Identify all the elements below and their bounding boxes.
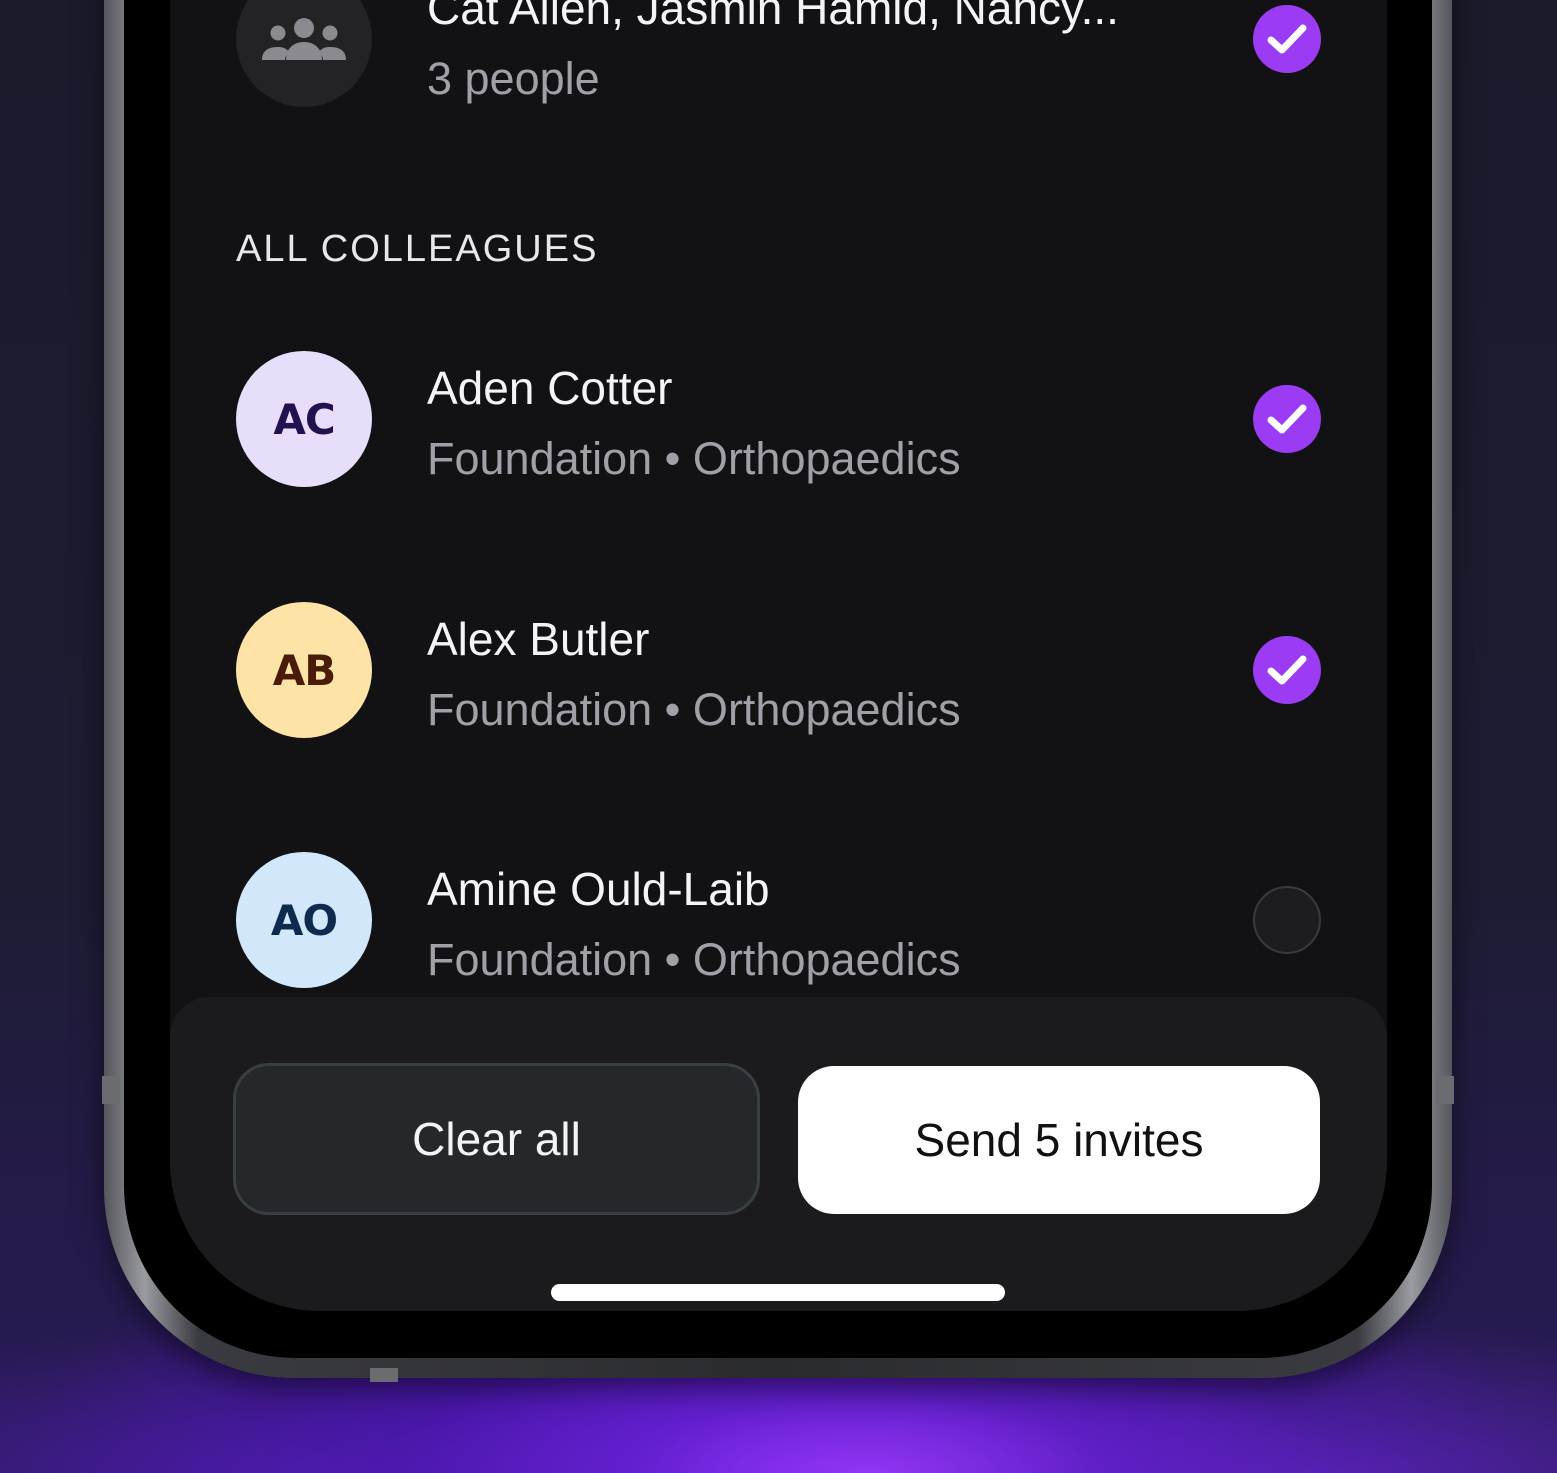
colleague-row[interactable]: AO Amine Ould-Laib Foundation • Orthopae…: [236, 852, 1321, 992]
colleague-name: Aden Cotter: [427, 362, 673, 414]
checkmark-icon: [1267, 655, 1307, 685]
group-row[interactable]: Cat Allen, Jasmin Hamid, Nancy... 3 peop…: [236, 0, 1321, 111]
colleague-detail: Foundation • Orthopaedics: [427, 433, 961, 484]
group-checkbox[interactable]: [1253, 5, 1321, 73]
group-subtitle: 3 people: [427, 53, 600, 104]
avatar: AO: [236, 852, 372, 988]
section-label: ALL COLLEAGUES: [236, 228, 599, 270]
group-title: Cat Allen, Jasmin Hamid, Nancy...: [427, 0, 1119, 34]
colleague-checkbox[interactable]: [1253, 385, 1321, 453]
colleague-checkbox[interactable]: [1253, 636, 1321, 704]
avatar: AB: [236, 602, 372, 738]
group-people-icon: [262, 18, 346, 60]
side-button-left: [102, 1076, 120, 1104]
phone-screen: Cat Allen, Jasmin Hamid, Nancy... 3 peop…: [170, 0, 1387, 1311]
colleague-row[interactable]: AC Aden Cotter Foundation • Orthopaedics: [236, 351, 1321, 491]
send-invites-button[interactable]: Send 5 invites: [798, 1066, 1320, 1214]
colleague-name: Amine Ould-Laib: [427, 863, 770, 915]
checkmark-icon: [1267, 404, 1307, 434]
colleague-name: Alex Butler: [427, 613, 650, 665]
clear-all-button[interactable]: Clear all: [233, 1063, 760, 1215]
action-bar: Clear all Send 5 invites: [170, 997, 1387, 1311]
group-avatar: [236, 0, 372, 107]
bottom-port: [370, 1368, 398, 1382]
colleague-checkbox[interactable]: [1253, 886, 1321, 954]
avatar: AC: [236, 351, 372, 487]
side-button-right: [1436, 1076, 1454, 1104]
colleague-detail: Foundation • Orthopaedics: [427, 934, 961, 985]
colleague-detail: Foundation • Orthopaedics: [427, 684, 961, 735]
colleague-row[interactable]: AB Alex Butler Foundation • Orthopaedics: [236, 602, 1321, 742]
home-indicator[interactable]: [551, 1284, 1005, 1301]
checkmark-icon: [1267, 24, 1307, 54]
